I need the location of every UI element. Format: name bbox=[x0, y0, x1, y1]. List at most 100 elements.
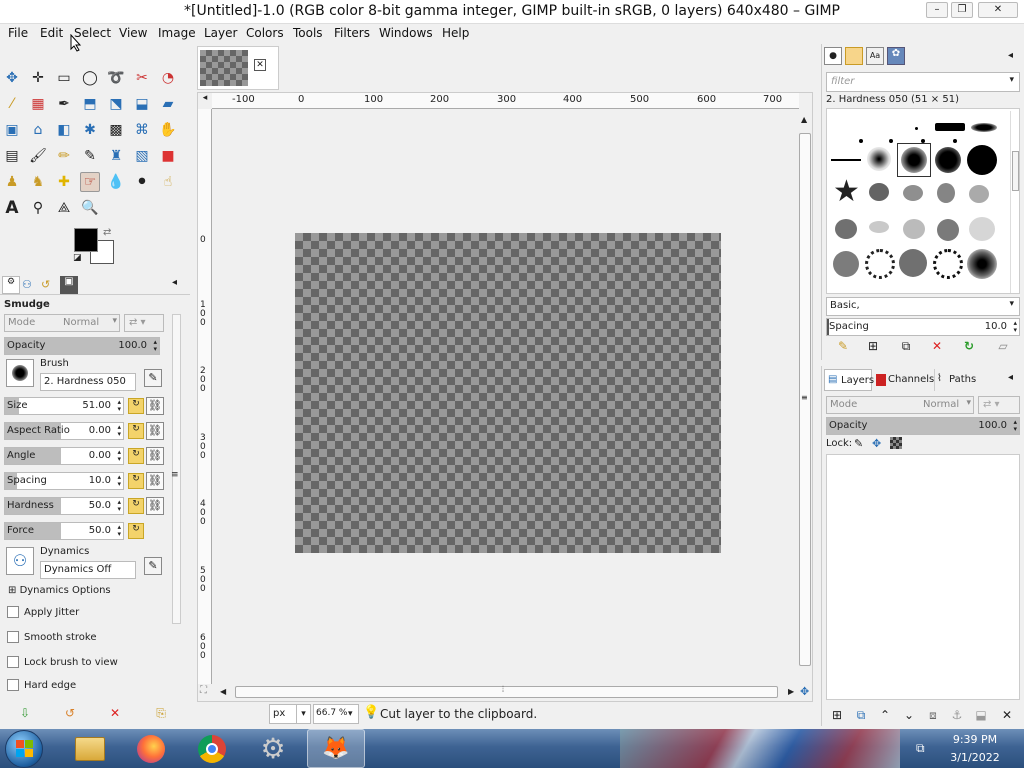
chrome-taskbar-button[interactable] bbox=[184, 729, 240, 768]
restore-options-icon[interactable]: ↺ bbox=[61, 704, 79, 722]
brush-item[interactable] bbox=[915, 127, 918, 130]
refresh-brushes-icon[interactable]: ↻ bbox=[960, 337, 978, 355]
edit-brush-icon[interactable]: ✎ bbox=[834, 337, 852, 355]
reset-angle-icon[interactable]: ↻ bbox=[128, 448, 144, 464]
horizontal-scrollbar[interactable]: ⛶ ◀ ⦙ ▶ ✥ bbox=[198, 684, 814, 700]
explorer-taskbar-button[interactable] bbox=[62, 729, 118, 768]
settings-taskbar-button[interactable]: ⚙ bbox=[245, 729, 301, 768]
brush-item[interactable] bbox=[903, 185, 923, 201]
image-tab[interactable]: ✕ bbox=[197, 46, 279, 90]
dynamics-preview-button[interactable]: ⚇ bbox=[6, 547, 34, 575]
lock-pixels-icon[interactable]: ✎ bbox=[854, 437, 863, 450]
brush-preview-button[interactable] bbox=[6, 359, 34, 387]
maximize-button[interactable]: ❐ bbox=[951, 2, 973, 18]
delete-options-icon[interactable]: ✕ bbox=[106, 704, 124, 722]
hardness-slider[interactable]: Hardness 50.0 ▴ ▾ bbox=[4, 497, 124, 515]
merge-layer-icon[interactable]: ⬓ bbox=[972, 706, 990, 724]
unified-transform-icon[interactable]: ✋ bbox=[158, 120, 178, 140]
brush-grid-scrollbar[interactable] bbox=[1010, 111, 1019, 293]
aspect-chain-icon[interactable]: ⛓ bbox=[146, 422, 164, 440]
rotate-tool-icon[interactable]: ⬔ bbox=[106, 94, 126, 114]
lock-brush-checkbox[interactable] bbox=[7, 656, 19, 668]
new-layer-icon[interactable]: ⊞ bbox=[828, 706, 846, 724]
force-slider[interactable]: Force 50.0 ▴ ▾ bbox=[4, 522, 124, 540]
zoom-select[interactable]: 66.7 % ▾ bbox=[313, 704, 359, 724]
brush-item[interactable] bbox=[867, 147, 891, 171]
edit-brush-button[interactable]: ✎ bbox=[144, 369, 162, 387]
firefox-taskbar-button[interactable] bbox=[123, 729, 179, 768]
clone-tool-icon[interactable]: ♟ bbox=[2, 172, 22, 192]
menu-file[interactable]: File bbox=[8, 26, 28, 40]
brush-item[interactable] bbox=[967, 145, 997, 175]
size-slider[interactable]: Size 51.00 ▴ ▾ bbox=[4, 397, 124, 415]
brush-item[interactable] bbox=[831, 159, 861, 161]
reset-aspect-icon[interactable]: ↻ bbox=[128, 423, 144, 439]
measure-tool-icon[interactable]: ⟁ bbox=[54, 198, 74, 218]
menu-tools[interactable]: Tools bbox=[293, 26, 323, 40]
gradient-tool-icon[interactable]: ▤ bbox=[2, 146, 22, 166]
text-tool-icon[interactable]: A bbox=[2, 198, 22, 218]
layer-reset-mode-button[interactable]: ⇄ ▾ bbox=[978, 396, 1020, 414]
brush-item[interactable] bbox=[865, 249, 895, 279]
hardness-chain-icon[interactable]: ⛓ bbox=[146, 497, 164, 515]
brush-item[interactable] bbox=[969, 217, 995, 241]
menu-help[interactable]: Help bbox=[442, 26, 469, 40]
tray-date[interactable]: 3/1/2022 bbox=[940, 751, 1010, 764]
fonts-tab-icon[interactable]: Aa bbox=[866, 47, 884, 65]
perspective-clone-icon[interactable]: ♞ bbox=[28, 172, 48, 192]
brush-item[interactable] bbox=[967, 249, 997, 279]
dynamics-name-field[interactable]: Dynamics Off bbox=[40, 561, 136, 579]
image-canvas[interactable] bbox=[295, 233, 721, 553]
menu-image[interactable]: Image bbox=[158, 26, 196, 40]
reset-options-icon[interactable]: ⎘ bbox=[152, 704, 170, 722]
device-status-tab-icon[interactable]: ⚇ bbox=[22, 278, 32, 291]
3d-transform-icon[interactable]: ⌂ bbox=[28, 120, 48, 140]
aspect-ratio-slider[interactable]: Aspect Ratio 0.00 ▴ ▾ bbox=[4, 422, 124, 440]
tool-options-scrollbar[interactable] bbox=[172, 314, 181, 624]
unit-select[interactable]: px ▾ bbox=[269, 704, 311, 724]
lock-alpha-icon[interactable] bbox=[890, 437, 902, 449]
color-picker-icon[interactable]: ⚲ bbox=[28, 198, 48, 218]
brush-item[interactable] bbox=[835, 219, 857, 239]
apply-jitter-checkbox[interactable] bbox=[7, 606, 19, 618]
menu-colors[interactable]: Colors bbox=[246, 26, 284, 40]
fg-select-icon[interactable]: ◔ bbox=[158, 68, 178, 88]
tool-options-tab-icon[interactable]: ⚙ bbox=[2, 276, 20, 294]
smooth-stroke-checkbox[interactable] bbox=[7, 631, 19, 643]
handle-transform-icon[interactable]: ⌘ bbox=[132, 120, 152, 140]
save-options-icon[interactable]: ⇩ bbox=[16, 704, 34, 722]
cage-tool-icon[interactable]: ✱ bbox=[80, 120, 100, 140]
brush-item[interactable] bbox=[969, 185, 989, 203]
perspective-tool-icon[interactable]: ▣ bbox=[2, 120, 22, 140]
lock-position-icon[interactable]: ✥ bbox=[872, 437, 881, 450]
brush-item[interactable] bbox=[869, 221, 889, 233]
move-tool-icon[interactable]: ✥ bbox=[2, 68, 22, 88]
dynamics-options-expander[interactable]: ⊞ Dynamics Options bbox=[8, 585, 111, 596]
ink-tool-icon[interactable]: ♜ bbox=[106, 146, 126, 166]
brush-filter-input[interactable]: filter ▾ bbox=[826, 72, 1020, 92]
brush-item-selected[interactable] bbox=[897, 143, 931, 177]
undo-history-tab-icon[interactable]: ↺ bbox=[41, 278, 50, 291]
patterns-tab-icon[interactable] bbox=[845, 47, 863, 65]
size-chain-icon[interactable]: ⛓ bbox=[146, 397, 164, 415]
layers-list[interactable] bbox=[826, 454, 1020, 700]
menu-filters[interactable]: Filters bbox=[334, 26, 370, 40]
rect-select-icon[interactable]: ▭ bbox=[54, 68, 74, 88]
align-tool-icon[interactable]: ✛ bbox=[28, 68, 48, 88]
mode-select[interactable]: Mode Normal ▾ bbox=[4, 314, 120, 332]
navigate-corner-icon[interactable]: ⛶ bbox=[200, 685, 207, 696]
duplicate-layer-icon[interactable]: ⧈ bbox=[924, 706, 942, 724]
menu-edit[interactable]: Edit bbox=[40, 26, 63, 40]
brush-item[interactable] bbox=[971, 123, 997, 132]
gimp-taskbar-button[interactable]: 🦊 bbox=[307, 729, 365, 768]
airbrush-icon[interactable]: ✎ bbox=[80, 146, 100, 166]
angle-slider[interactable]: Angle 0.00 ▴ ▾ bbox=[4, 447, 124, 465]
heal-tool-icon[interactable]: ✚ bbox=[54, 172, 74, 192]
configure-tab-icon[interactable]: ◂ bbox=[172, 277, 177, 288]
fuzzy-select-icon[interactable]: ⁄ bbox=[2, 94, 22, 114]
brushes-tab-icon[interactable]: ● bbox=[824, 47, 842, 65]
delete-layer-icon[interactable]: ✕ bbox=[998, 706, 1016, 724]
brush-item[interactable] bbox=[933, 249, 963, 279]
tray-time[interactable]: 9:39 PM bbox=[940, 733, 1010, 746]
reset-force-icon[interactable]: ↻ bbox=[128, 523, 144, 539]
